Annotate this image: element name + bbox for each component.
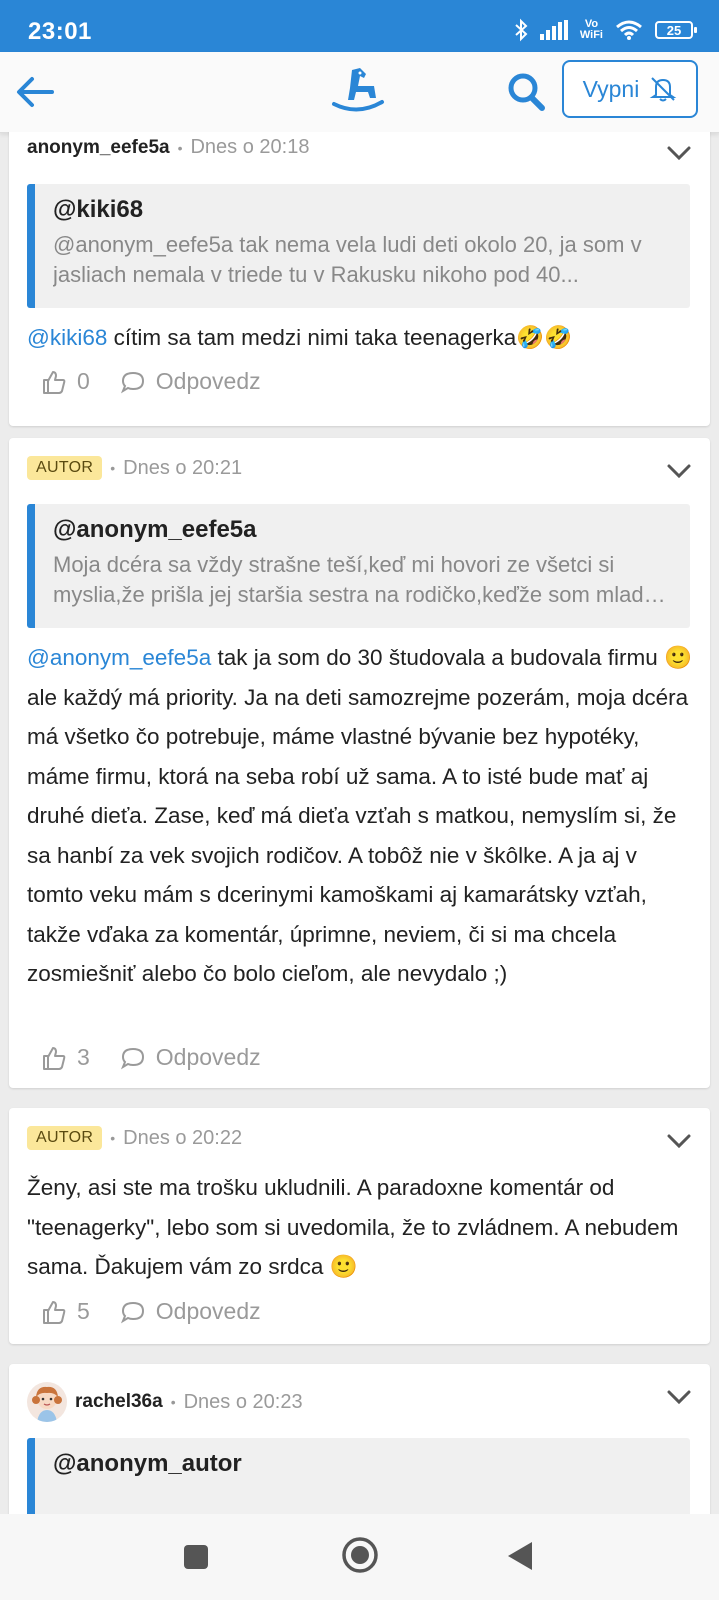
system-nav-bar bbox=[0, 1514, 719, 1600]
thumbs-up-icon[interactable] bbox=[41, 1045, 67, 1071]
like-count: 3 bbox=[77, 1044, 90, 1070]
comment-username[interactable]: anonym_eefe5a bbox=[27, 137, 170, 159]
quoted-comment[interactable]: @anonym_autor bbox=[27, 1438, 690, 1514]
rocking-horse-logo-icon[interactable] bbox=[330, 64, 386, 116]
home-icon[interactable] bbox=[341, 1536, 379, 1574]
comment-meta: rachel36a • Dnes o 20:23 bbox=[27, 1382, 303, 1422]
meta-separator: • bbox=[110, 460, 116, 476]
comment-time: Dnes o 20:22 bbox=[123, 1126, 243, 1149]
signal-icon bbox=[539, 20, 568, 40]
comment-card: AUTOR • Dnes o 20:22 Ženy, asi ste ma tr… bbox=[9, 1108, 710, 1344]
comment-feed[interactable]: anonym_eefe5a • Dnes o 20:18 @kiki68 @an… bbox=[0, 132, 719, 1514]
back-triangle-icon[interactable] bbox=[506, 1540, 534, 1572]
author-badge: AUTOR bbox=[27, 456, 103, 480]
chevron-down-icon[interactable] bbox=[666, 144, 692, 162]
chevron-down-icon[interactable] bbox=[666, 1388, 692, 1406]
meta-separator: • bbox=[170, 1394, 176, 1410]
quote-author: @anonym_eefe5a bbox=[53, 516, 257, 543]
reply-label: Odpovedz bbox=[155, 368, 261, 394]
comment-actions: 5 Odpovedz bbox=[41, 1298, 261, 1325]
comment-username[interactable]: rachel36a bbox=[75, 1391, 163, 1413]
comment-card: AUTOR • Dnes o 20:21 @anonym_eefe5a Moja… bbox=[9, 438, 710, 1088]
meta-separator: • bbox=[110, 1130, 116, 1146]
avatar[interactable] bbox=[27, 1382, 67, 1422]
vowifi-indicator: Vo WiFi bbox=[580, 19, 603, 41]
like-count: 5 bbox=[77, 1298, 90, 1324]
comment-text: tak ja som do 30 študovala a budovala fi… bbox=[27, 645, 692, 986]
quote-author: @anonym_autor bbox=[53, 1450, 242, 1477]
reply-button[interactable]: Odpovedz bbox=[120, 368, 261, 395]
reply-button[interactable]: Odpovedz bbox=[120, 1298, 261, 1325]
quote-text: @anonym_eefe5a tak nema vela ludi deti o… bbox=[53, 232, 642, 287]
comment-text: Ženy, asi ste ma trošku ukludnili. A par… bbox=[27, 1175, 679, 1279]
meta-separator: • bbox=[177, 139, 183, 156]
comment-time: Dnes o 20:23 bbox=[183, 1390, 303, 1413]
mute-notifications-button[interactable]: Vypni bbox=[562, 60, 698, 118]
back-arrow-icon[interactable] bbox=[14, 72, 56, 112]
reply-label: Odpovedz bbox=[155, 1298, 261, 1324]
comment-actions: 0 Odpovedz bbox=[41, 368, 261, 395]
comment-body: @anonym_eefe5a tak ja som do 30 študoval… bbox=[27, 638, 695, 994]
thumbs-up-icon[interactable] bbox=[41, 369, 67, 395]
comment-meta: AUTOR • Dnes o 20:21 bbox=[27, 456, 242, 480]
girl-avatar-icon bbox=[32, 1386, 62, 1422]
comment-meta: anonym_eefe5a • Dnes o 20:18 bbox=[27, 136, 309, 159]
comment-body: Ženy, asi ste ma trošku ukludnili. A par… bbox=[27, 1168, 695, 1287]
mute-label: Vypni bbox=[582, 75, 640, 102]
search-icon[interactable] bbox=[506, 70, 546, 114]
quote-text: Moja dcéra sa vždy strašne teší,keď mi h… bbox=[53, 552, 656, 607]
comment-time: Dnes o 20:18 bbox=[190, 136, 310, 158]
quote-author: @kiki68 bbox=[53, 196, 144, 223]
chevron-down-icon[interactable] bbox=[666, 1132, 692, 1150]
comment-text: cítim sa tam medzi nimi taka teenagerka🤣… bbox=[107, 325, 573, 350]
quoted-comment[interactable]: @kiki68 @anonym_eefe5a tak nema vela lud… bbox=[27, 184, 690, 308]
status-icons: Vo WiFi 25 bbox=[514, 16, 697, 44]
like-count: 0 bbox=[77, 368, 90, 394]
mention-link[interactable]: @kiki68 bbox=[27, 325, 107, 350]
bluetooth-icon bbox=[515, 18, 528, 42]
mention-link[interactable]: @anonym_eefe5a bbox=[27, 645, 211, 670]
reply-label: Odpovedz bbox=[155, 1044, 261, 1070]
speech-bubble-icon bbox=[120, 1047, 144, 1069]
quoted-comment[interactable]: @anonym_eefe5a Moja dcéra sa vždy strašn… bbox=[27, 504, 690, 628]
comment-card: rachel36a • Dnes o 20:23 @anonym_autor bbox=[9, 1364, 710, 1514]
reply-button[interactable]: Odpovedz bbox=[120, 1044, 261, 1071]
comment-card: anonym_eefe5a • Dnes o 20:18 @kiki68 @an… bbox=[9, 132, 710, 426]
status-bar: 23:01 Vo WiFi 25 bbox=[0, 0, 719, 52]
wifi-icon bbox=[616, 20, 642, 40]
battery-icon: 25 bbox=[655, 21, 697, 39]
speech-bubble-icon bbox=[120, 1301, 144, 1323]
vowifi-bottom: WiFi bbox=[579, 29, 603, 41]
speech-bubble-icon bbox=[120, 371, 144, 393]
status-time: 23:01 bbox=[28, 18, 92, 45]
comment-body: @kiki68 cítim sa tam medzi nimi taka tee… bbox=[27, 318, 695, 358]
comment-actions: 3 Odpovedz bbox=[41, 1044, 261, 1071]
comment-time: Dnes o 20:21 bbox=[123, 456, 243, 479]
app-header: Vypni bbox=[0, 52, 719, 133]
comment-meta: AUTOR • Dnes o 20:22 bbox=[27, 1126, 242, 1150]
battery-level: 25 bbox=[666, 22, 682, 38]
thumbs-up-icon[interactable] bbox=[41, 1299, 67, 1325]
author-badge: AUTOR bbox=[27, 1126, 103, 1150]
bell-off-icon bbox=[650, 77, 677, 102]
recent-apps-icon[interactable] bbox=[183, 1544, 209, 1570]
chevron-down-icon[interactable] bbox=[666, 462, 692, 480]
